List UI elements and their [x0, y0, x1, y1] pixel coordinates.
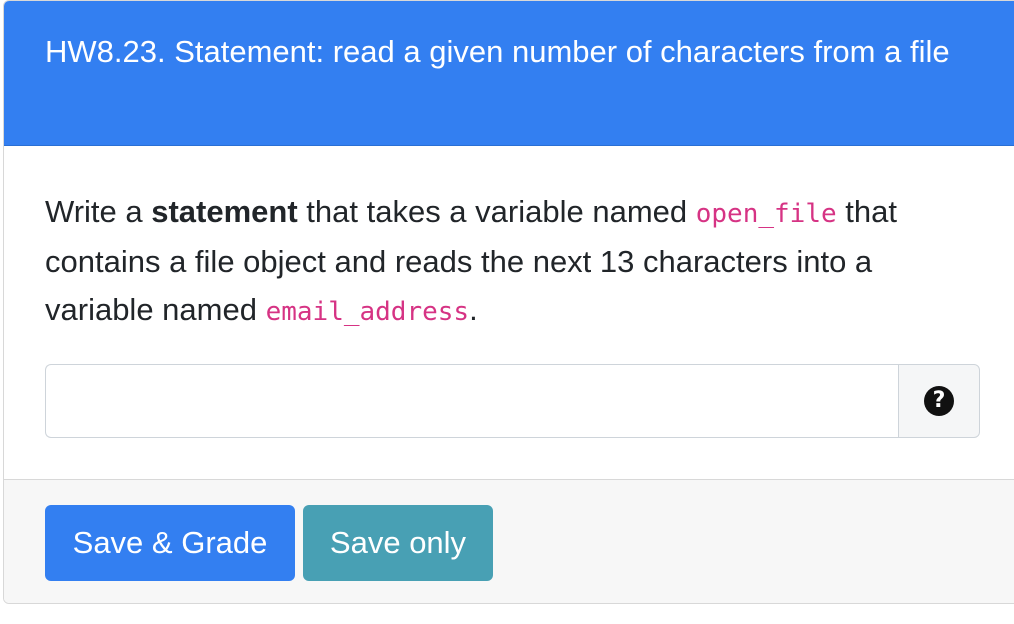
question-text: Write a statement that takes a variable …: [45, 188, 975, 336]
question-bold-word: statement: [151, 194, 298, 229]
question-header: HW8.23. Statement: read a given number o…: [4, 1, 1014, 146]
question-title: HW8.23. Statement: read a given number o…: [45, 34, 950, 69]
question-text-part-4: .: [469, 292, 478, 327]
help-button[interactable]: ?: [898, 364, 980, 438]
save-only-button[interactable]: Save only: [303, 505, 493, 581]
question-footer: Save & Grade Save only: [4, 479, 1014, 603]
question-card: HW8.23. Statement: read a given number o…: [3, 0, 1014, 604]
question-circle-icon: ?: [924, 386, 954, 416]
variable-open-file: open_file: [695, 199, 837, 229]
answer-input-group: ?: [45, 364, 980, 438]
question-text-part-1: Write a: [45, 194, 152, 229]
save-and-grade-button[interactable]: Save & Grade: [45, 505, 295, 581]
question-text-part-2: that takes a variable named: [297, 194, 696, 229]
variable-email-address: email_address: [265, 297, 470, 327]
question-body: Write a statement that takes a variable …: [4, 146, 1014, 479]
answer-input[interactable]: [45, 364, 898, 438]
